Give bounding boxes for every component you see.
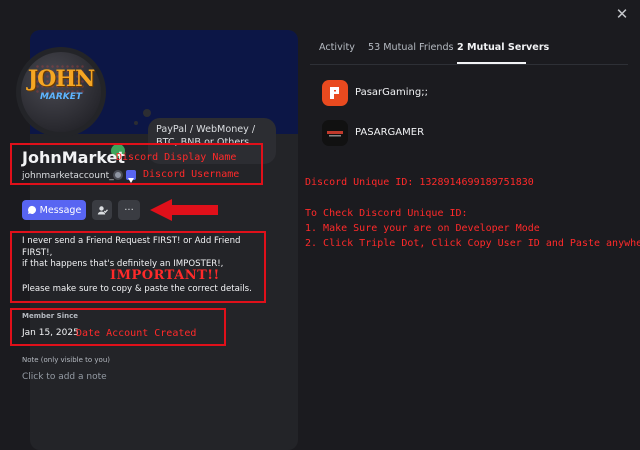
annotation-unique-id: Discord Unique ID: 1328914699189751830 (305, 177, 534, 188)
annotation-username: Discord Username (143, 169, 240, 180)
server-logo-icon (330, 87, 339, 99)
friend-options-button[interactable] (92, 200, 112, 220)
annotation-instruction: 1. Make Sure your are on Developer Mode (305, 223, 540, 234)
tabs-divider (310, 64, 628, 65)
server-icon-pasargaming[interactable] (322, 80, 348, 106)
member-since-label: Member Since (22, 312, 78, 320)
message-button[interactable]: Message (22, 200, 86, 220)
tab-mutual-servers[interactable]: 2 Mutual Servers (457, 42, 549, 53)
user-check-icon (97, 205, 108, 214)
display-name: JohnMarket (22, 148, 126, 167)
avatar-logo-subtext: MARKET (39, 92, 83, 102)
bubble-tail (134, 121, 138, 125)
member-since-date: Jan 15, 2025 (22, 328, 79, 338)
about-me-line: Please make sure to copy & paste the cor… (22, 284, 252, 294)
bubble-tail (143, 109, 151, 117)
active-tab-indicator (457, 62, 526, 64)
chat-bubble-icon (27, 205, 36, 214)
avatar[interactable]: JOHN MARKET (21, 52, 101, 132)
annotation-instruction: To Check Discord Unique ID: (305, 208, 468, 219)
about-me-line: I never send a Friend Request FIRST! or … (22, 236, 241, 258)
tab-mutual-friends[interactable]: 53 Mutual Friends (368, 42, 454, 53)
ellipsis-icon: ··· (124, 204, 134, 216)
annotation-important: IMPORTANT!! (110, 268, 220, 283)
more-options-button[interactable]: ··· (118, 200, 140, 220)
about-me-text: I never send a Friend Request FIRST! or … (22, 236, 260, 271)
username[interactable]: johnmarketaccount_ (22, 171, 114, 181)
message-button-label: Message (39, 204, 82, 216)
note-input[interactable]: Click to add a note (22, 372, 107, 382)
close-icon[interactable]: ✕ (610, 2, 634, 26)
server-logo-icon (327, 131, 343, 137)
server-icon-pasargamer[interactable] (322, 120, 348, 146)
note-label: Note (only visible to you) (22, 356, 111, 364)
nitro-badge-icon[interactable] (126, 170, 136, 183)
annotation-display-name: Discord Display Name (116, 152, 237, 163)
server-name[interactable]: PasarGaming;; (355, 87, 428, 98)
server-name[interactable]: PASARGAMER (355, 127, 424, 138)
avatar-logo-text: JOHN (27, 66, 95, 92)
badge-icon[interactable] (113, 170, 123, 180)
annotation-date-created: Date Account Created (76, 328, 197, 339)
annotation-arrow-icon (150, 199, 218, 221)
annotation-instruction: 2. Click Triple Dot, Click Copy User ID … (305, 238, 640, 249)
tab-activity[interactable]: Activity (319, 42, 355, 53)
